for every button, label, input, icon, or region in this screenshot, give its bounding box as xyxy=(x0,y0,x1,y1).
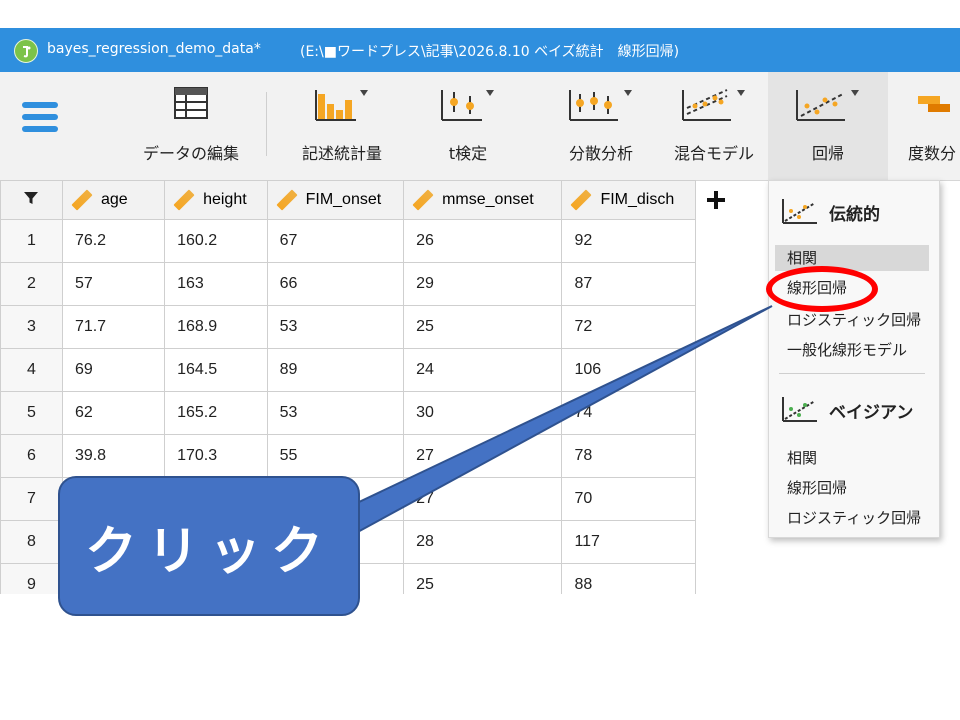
click-callout: クリック xyxy=(58,476,360,616)
highlight-circle xyxy=(766,266,878,312)
